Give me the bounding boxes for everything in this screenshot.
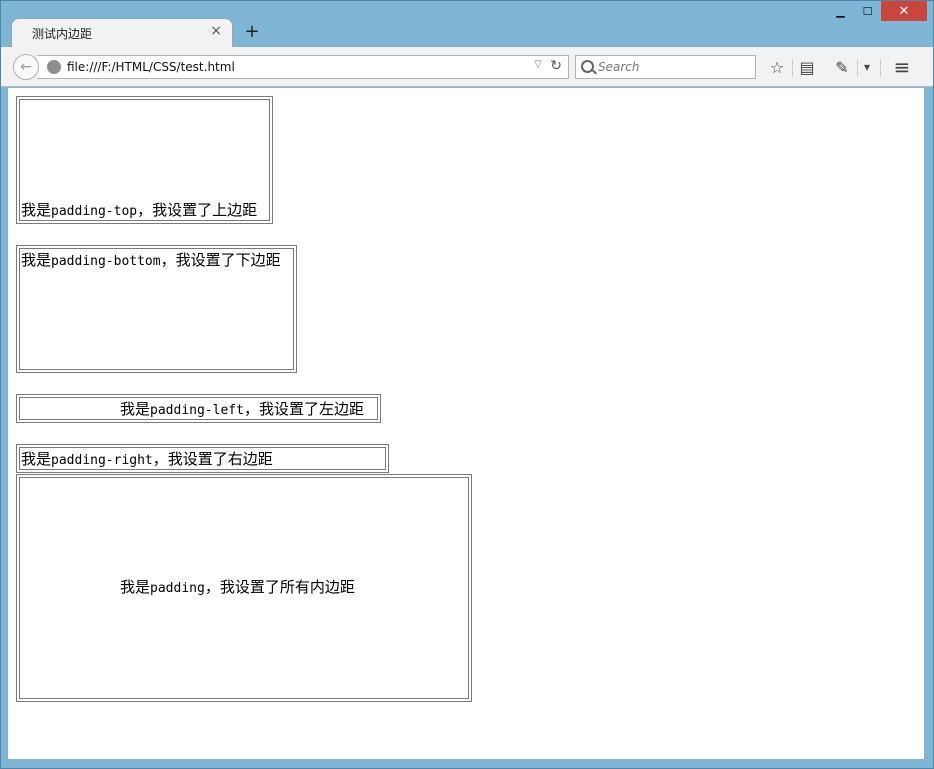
globe-icon xyxy=(47,60,61,74)
new-tab-icon[interactable]: + xyxy=(242,21,262,42)
padding-all-text: 我是padding，我设置了所有内边距 xyxy=(120,578,355,596)
toolbar-separator xyxy=(857,59,858,77)
padding-all-box: 我是padding，我设置了所有内边距 xyxy=(16,474,472,702)
addon-icon[interactable]: ✎ xyxy=(832,56,852,78)
tab-title: 测试内边距 xyxy=(32,27,93,41)
padding-right-text: 我是padding-right，我设置了右边距 xyxy=(21,450,273,468)
padding-bottom-box: 我是padding-bottom，我设置了下边距 xyxy=(16,245,297,373)
padding-top-box: 我是padding-top，我设置了上边距 xyxy=(16,96,273,224)
padding-right-box: 我是padding-right，我设置了右边距 xyxy=(16,444,389,473)
title-bar: 测试内边距 × + ▁ ☐ ✕ xyxy=(1,1,933,47)
search-input[interactable] xyxy=(598,58,748,76)
toolbar-separator xyxy=(880,59,881,77)
minimize-button[interactable]: ▁ xyxy=(827,1,854,21)
url-text[interactable]: file:///F:/HTML/CSS/test.html xyxy=(67,60,235,74)
page-content: 我是padding-top，我设置了上边距 我是padding-bottom，我… xyxy=(8,88,924,759)
padding-left-box: 我是padding-left，我设置了左边距 xyxy=(16,394,381,423)
maximize-button[interactable]: ☐ xyxy=(854,1,881,21)
back-button[interactable]: ← xyxy=(13,54,39,80)
close-window-button[interactable]: ✕ xyxy=(881,1,927,21)
bookmark-star-icon[interactable]: ☆ xyxy=(767,56,787,78)
navigation-bar: file:///F:/HTML/CSS/test.html ▽ ↻ ← ☆ ▤ … xyxy=(1,47,933,87)
window-controls: ▁ ☐ ✕ xyxy=(827,1,927,21)
padding-top-text: 我是padding-top，我设置了上边距 xyxy=(21,201,258,219)
reload-icon[interactable]: ↻ xyxy=(550,58,562,74)
menu-icon[interactable]: ≡ xyxy=(891,55,913,79)
tab-active[interactable]: 测试内边距 × xyxy=(11,18,233,47)
addon-dropdown-icon[interactable]: ▾ xyxy=(860,56,874,78)
padding-left-text: 我是padding-left，我设置了左边距 xyxy=(120,400,364,418)
tab-close-icon[interactable]: × xyxy=(210,23,222,39)
toolbar-separator xyxy=(792,59,793,77)
reading-list-icon[interactable]: ▤ xyxy=(797,56,817,78)
url-dropdown-icon[interactable]: ▽ xyxy=(534,59,542,70)
browser-window: 测试内边距 × + ▁ ☐ ✕ file:///F:/HTML/CSS/test… xyxy=(0,0,934,769)
padding-bottom-text: 我是padding-bottom，我设置了下边距 xyxy=(21,251,281,269)
search-bar[interactable] xyxy=(575,55,756,79)
url-bar[interactable]: file:///F:/HTML/CSS/test.html ▽ ↻ xyxy=(37,55,569,79)
search-icon xyxy=(581,60,594,73)
